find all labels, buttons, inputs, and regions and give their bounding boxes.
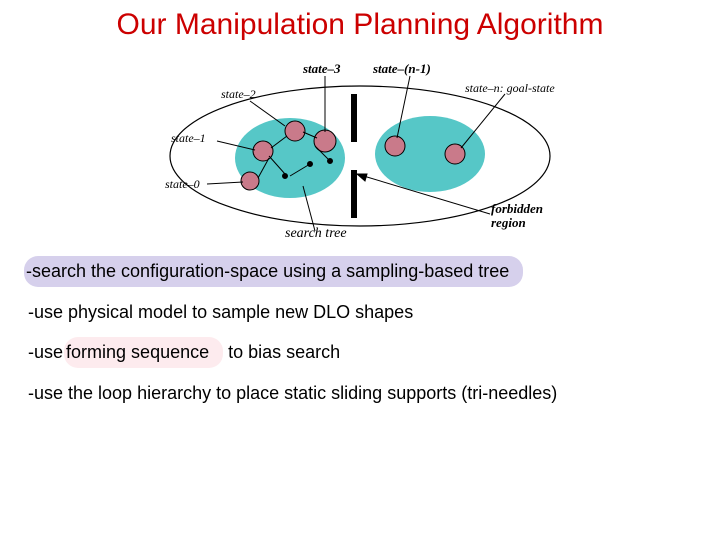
- bullet-3: -use forming sequence to bias search: [28, 337, 692, 368]
- bullet-3b: forming sequence: [64, 337, 223, 368]
- slide-title: Our Manipulation Planning Algorithm: [0, 8, 720, 42]
- label-state-3: state–3: [303, 62, 341, 76]
- label-state-2: state–2: [221, 88, 256, 101]
- caption-search-tree: search tree: [285, 226, 347, 242]
- bullet-3a: -use: [28, 342, 68, 362]
- bullet-1: -search the configuration-space using a …: [28, 256, 692, 287]
- label-state-n: state–n: goal-state: [465, 82, 555, 95]
- bullet-list: -search the configuration-space using a …: [0, 256, 720, 404]
- state-diagram: state–0 state–1 state–2 state–3 state–(n…: [135, 46, 585, 246]
- label-state-1: state–1: [171, 132, 206, 145]
- bullet-2: -use physical model to sample new DLO sh…: [28, 301, 692, 324]
- caption-forbidden-region: forbidden region: [491, 202, 543, 229]
- bullet-3c: to bias search: [223, 342, 340, 362]
- label-state-n-1: state–(n-1): [373, 62, 431, 76]
- bullet-4: -use the loop hierarchy to place static …: [28, 382, 692, 405]
- label-state-0: state–0: [165, 178, 200, 191]
- bullet-1-text: -search the configuration-space using a …: [24, 256, 523, 287]
